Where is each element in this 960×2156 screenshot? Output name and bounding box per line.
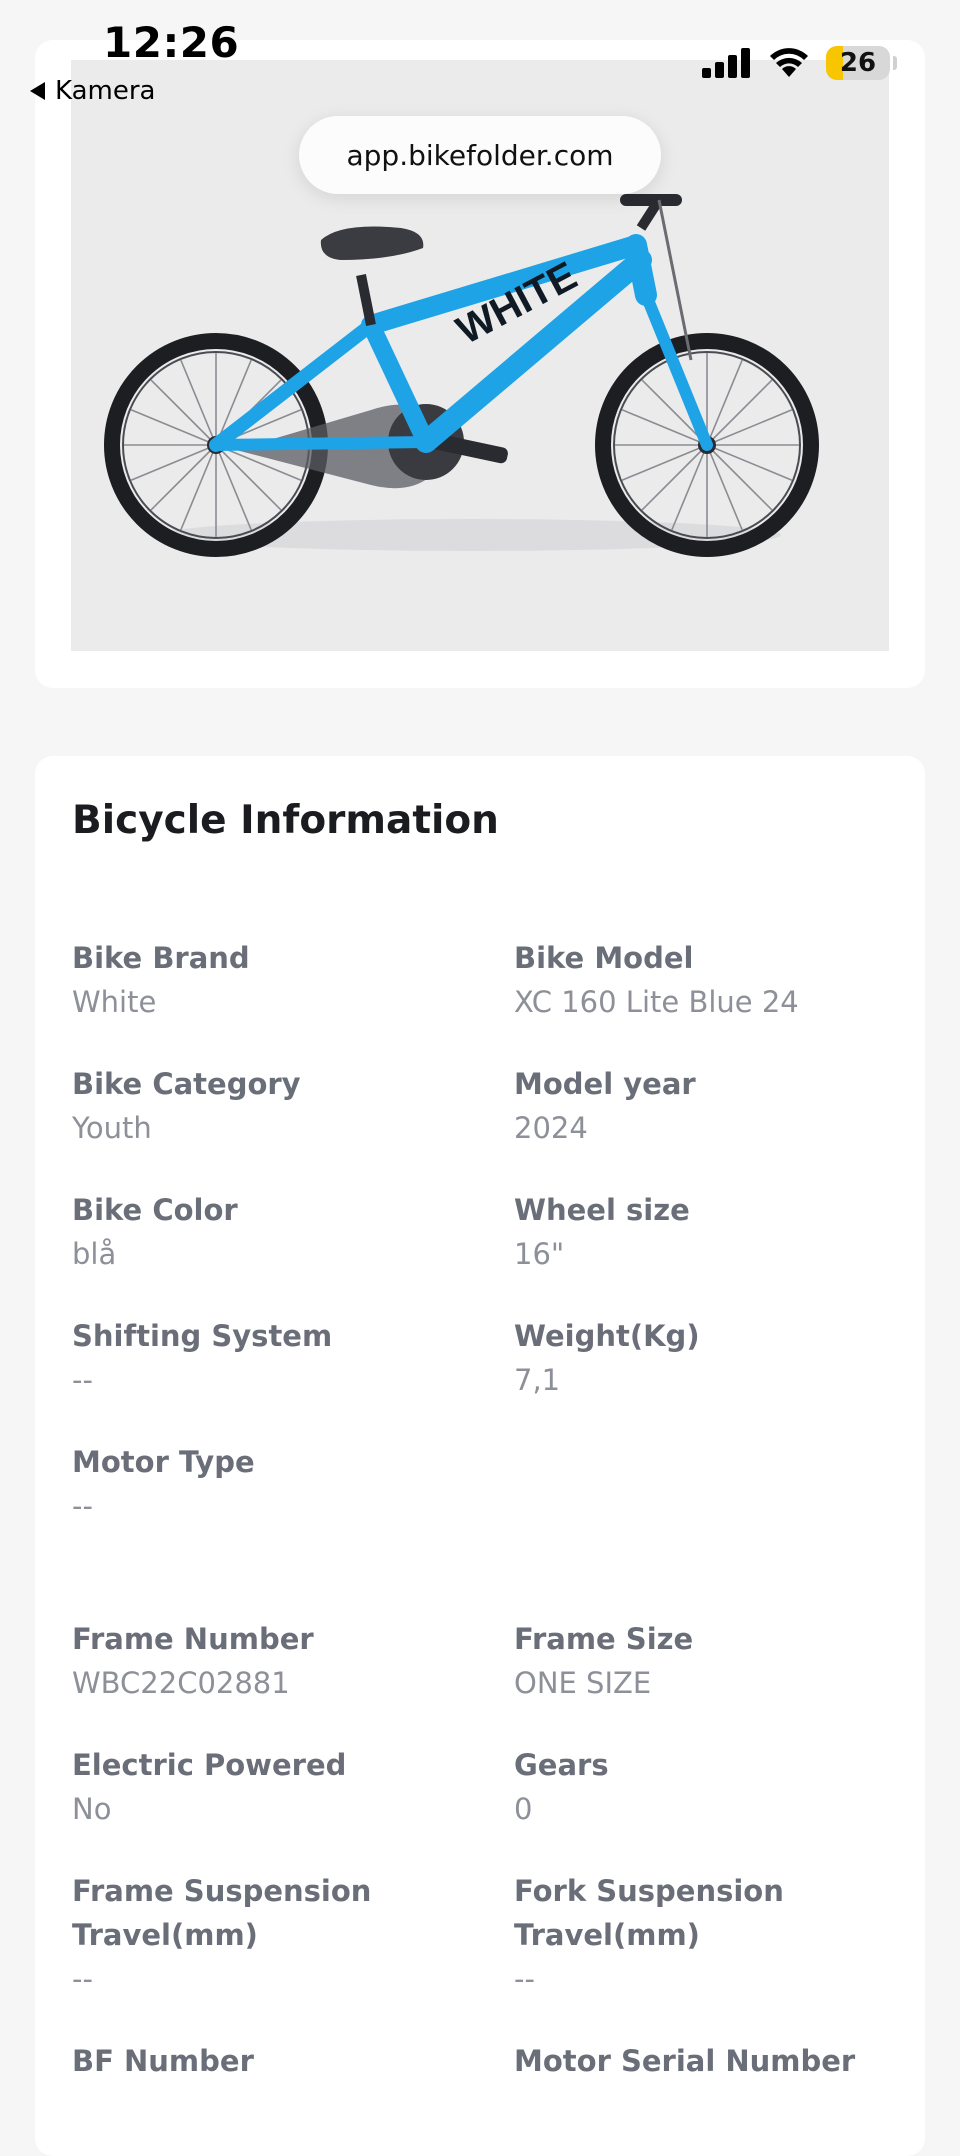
field-value: WBC22C02881: [72, 1666, 290, 1700]
field-label: Model year: [514, 1067, 696, 1101]
field-weight: Weight(Kg) 7,1: [514, 1314, 914, 1402]
battery-icon: 26: [826, 46, 890, 80]
cellular-signal-icon: [702, 48, 750, 78]
field-motor-serial-number: Motor Serial Number: [514, 2039, 914, 2083]
field-bf-number: BF Number: [72, 2039, 472, 2083]
field-motor-type: Motor Type --: [72, 1440, 472, 1528]
battery-level: 26: [839, 48, 877, 78]
field-label: Frame Number: [72, 1622, 314, 1656]
field-value: 0: [514, 1792, 533, 1826]
field-frame-suspension-travel: Frame Suspension Travel(mm) --: [72, 1869, 432, 2001]
address-bar[interactable]: app.bikefolder.com: [299, 116, 661, 194]
field-wheel-size: Wheel size 16": [514, 1188, 914, 1276]
back-to-app-link[interactable]: Kamera: [30, 76, 155, 106]
field-electric-powered: Electric Powered No: [72, 1743, 472, 1831]
field-label: Motor Serial Number: [514, 2044, 856, 2078]
field-value: 2024: [514, 1111, 588, 1145]
field-label: Frame Suspension Travel(mm): [72, 1874, 372, 1952]
wifi-icon: [770, 48, 808, 77]
field-label: Wheel size: [514, 1193, 690, 1227]
field-label: Fork Suspension Travel(mm): [514, 1874, 784, 1952]
clock: 12:26: [103, 18, 240, 67]
field-frame-number: Frame Number WBC22C02881: [72, 1617, 472, 1705]
field-bike-color: Bike Color blå: [72, 1188, 472, 1276]
field-value: --: [514, 1962, 535, 1996]
field-value: blå: [72, 1237, 117, 1271]
field-label: Gears: [514, 1748, 609, 1782]
field-frame-size: Frame Size ONE SIZE: [514, 1617, 914, 1705]
field-bike-category: Bike Category Youth: [72, 1062, 472, 1150]
field-value: XC 160 Lite Blue 24: [514, 985, 799, 1019]
field-model-year: Model year 2024: [514, 1062, 914, 1150]
field-label: Bike Brand: [72, 941, 250, 975]
field-value: --: [72, 1489, 93, 1523]
field-fork-suspension-travel: Fork Suspension Travel(mm) --: [514, 1869, 874, 2001]
battery-cap: [893, 56, 897, 70]
field-label: Motor Type: [72, 1445, 255, 1479]
field-label: Weight(Kg): [514, 1319, 700, 1353]
field-gears: Gears 0: [514, 1743, 914, 1831]
field-label: Bike Color: [72, 1193, 238, 1227]
field-value: --: [72, 1962, 93, 1996]
section-title: Bicycle Information: [72, 798, 499, 843]
address-url: app.bikefolder.com: [346, 138, 614, 172]
bicycle-info-card: Bicycle Information Bike Brand White Bik…: [35, 756, 925, 2156]
field-label: Bike Model: [514, 941, 694, 975]
field-value: Youth: [72, 1111, 152, 1145]
field-value: White: [72, 985, 157, 1019]
field-value: ONE SIZE: [514, 1666, 652, 1700]
field-label: BF Number: [72, 2044, 254, 2078]
field-value: 16": [514, 1237, 565, 1271]
field-label: Electric Powered: [72, 1748, 347, 1782]
field-value: No: [72, 1792, 112, 1826]
field-value: --: [72, 1363, 93, 1397]
field-label: Shifting System: [72, 1319, 333, 1353]
field-bike-model: Bike Model XC 160 Lite Blue 24: [514, 936, 914, 1024]
field-value: 7,1: [514, 1363, 561, 1397]
field-shifting-system: Shifting System --: [72, 1314, 472, 1402]
back-label: Kamera: [55, 76, 156, 106]
field-label: Bike Category: [72, 1067, 301, 1101]
status-bar: 12:26 Kamera 26: [0, 0, 960, 110]
field-bike-brand: Bike Brand White: [72, 936, 472, 1024]
back-arrow-icon: [30, 82, 45, 100]
field-label: Frame Size: [514, 1622, 694, 1656]
